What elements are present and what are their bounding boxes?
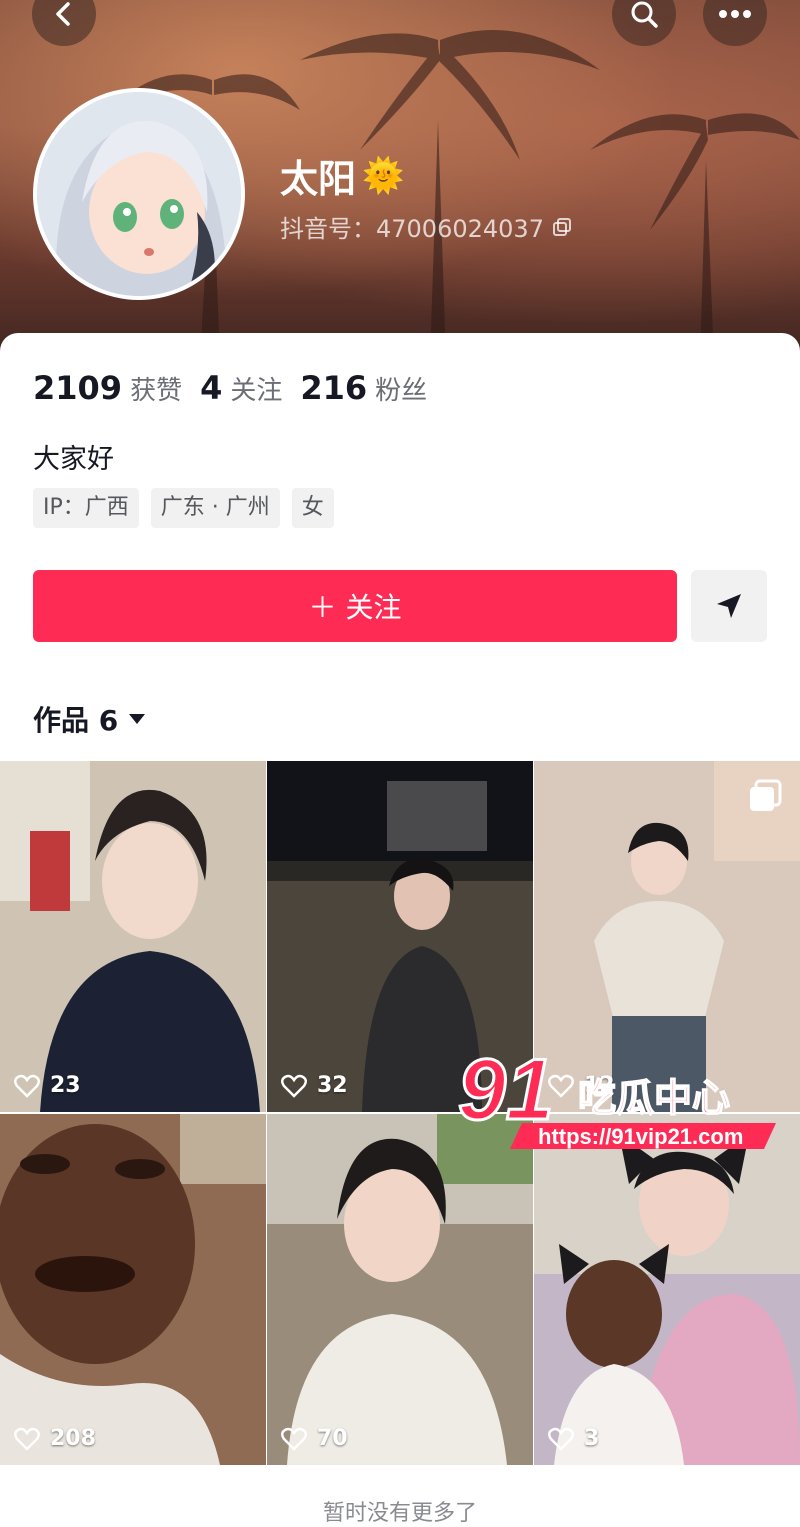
bio-text: 大家好	[33, 444, 114, 475]
svg-text:https://91vip21.com: https://91vip21.com	[538, 1124, 743, 1149]
heart-icon	[14, 1427, 40, 1451]
stat-followers-value: 216	[300, 369, 368, 407]
tag-list: IP：广西 广东 · 广州 女	[33, 488, 334, 528]
like-count: 3	[548, 1426, 599, 1451]
douyin-id-text: 抖音号：47006024037	[280, 215, 544, 243]
tag-location: 广东 · 广州	[150, 488, 280, 528]
stats-row: 2109 获赞 4 关注 216 粉丝	[33, 369, 427, 407]
like-count: 70	[281, 1426, 348, 1451]
heart-icon	[14, 1074, 40, 1098]
stat-following-label: 关注	[230, 376, 283, 406]
watermark-logo: 91 吃瓜中心 https://91vip21.com	[457, 1041, 788, 1149]
sun-emoji-icon: 🌞	[362, 155, 405, 196]
heart-icon	[548, 1427, 574, 1451]
profile-card: 2109 获赞 4 关注 216 粉丝 大家好 IP：广西 广东 · 广州 女 ＋ 关…	[0, 333, 800, 1526]
works-tab[interactable]: 作品 6	[33, 699, 146, 739]
avatar-anime-image	[37, 92, 241, 296]
video-thumbnail-image	[267, 1114, 533, 1465]
works-tab-label: 作品 6	[33, 704, 119, 737]
video-thumbnail-image	[534, 1114, 800, 1465]
heart-icon	[281, 1427, 307, 1451]
heart-icon	[281, 1074, 307, 1098]
video-thumbnail[interactable]: 23	[0, 761, 266, 1112]
like-count: 32	[281, 1073, 348, 1098]
like-count-value: 32	[317, 1073, 348, 1098]
chevron-left-icon	[56, 2, 70, 26]
like-count-value: 208	[50, 1426, 96, 1451]
stat-likes-label: 获赞	[130, 376, 183, 406]
paper-plane-icon	[717, 594, 741, 618]
like-count: 23	[14, 1073, 81, 1098]
copy-icon[interactable]	[552, 217, 572, 237]
watermark-graphic: 91 吃瓜中心 https://91vip21.com	[457, 1041, 776, 1149]
video-thumbnail[interactable]: 3	[534, 1114, 800, 1465]
profile-header-banner: 太阳 🌞 抖音号：47006024037	[0, 0, 800, 360]
like-count: 208	[14, 1426, 96, 1451]
multi-image-icon	[750, 779, 782, 811]
like-count-value: 3	[584, 1426, 600, 1451]
avatar[interactable]	[33, 88, 245, 300]
stat-following-value: 4	[200, 369, 223, 407]
caret-down-icon	[129, 714, 146, 724]
share-button[interactable]	[691, 570, 767, 642]
svg-text:吃瓜中心: 吃瓜中心	[578, 1076, 730, 1120]
stat-likes-value: 2109	[33, 369, 123, 407]
video-thumbnail-image	[0, 761, 266, 1112]
tag-ip: IP：广西	[33, 488, 139, 528]
stat-likes: 2109 获赞	[33, 369, 182, 407]
search-icon	[631, 1, 658, 28]
like-count-value: 23	[50, 1073, 81, 1098]
video-thumbnail-image	[0, 1114, 266, 1465]
follow-button[interactable]: ＋ 关注	[33, 570, 677, 642]
video-thumbnail[interactable]: 70	[267, 1114, 533, 1465]
tag-gender: 女	[291, 488, 334, 528]
video-thumbnail[interactable]: 208	[0, 1114, 266, 1465]
like-count-value: 70	[317, 1426, 348, 1451]
stat-following[interactable]: 4 关注	[200, 369, 282, 407]
end-of-list-note: 暂时没有更多了	[322, 1501, 477, 1526]
more-dots-icon	[719, 10, 751, 18]
profile-name: 太阳 🌞	[280, 148, 404, 203]
follow-button-label: ＋ 关注	[308, 591, 402, 624]
douyin-id[interactable]: 抖音号：47006024037	[280, 209, 572, 244]
profile-name-text: 太阳	[280, 157, 357, 201]
stat-followers[interactable]: 216 粉丝	[300, 369, 427, 407]
stat-followers-label: 粉丝	[375, 376, 428, 406]
